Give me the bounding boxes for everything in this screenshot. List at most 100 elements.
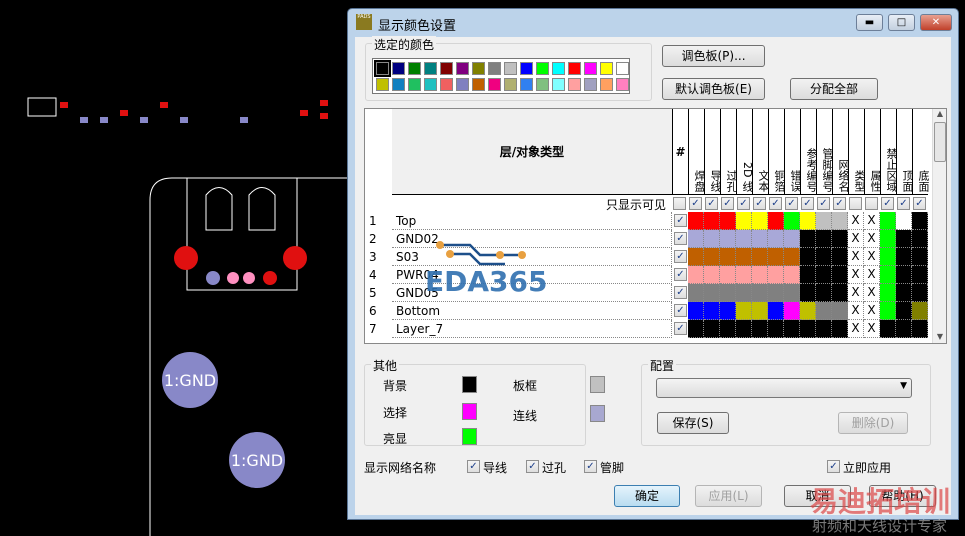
layer-color-cell[interactable]: X [864,212,880,230]
layer-color-cell[interactable] [752,230,768,248]
palette-swatch[interactable] [600,62,613,75]
layer-color-cell[interactable] [736,284,752,302]
vias-checkbox[interactable]: ✓ [526,460,539,473]
column-header[interactable]: 焊盘 [688,109,706,195]
layer-color-cell[interactable] [752,266,768,284]
layer-color-cell[interactable] [720,320,736,338]
layer-color-cell[interactable] [704,302,720,320]
palette-swatch[interactable] [456,62,469,75]
layer-color-cell[interactable] [896,302,912,320]
layer-visible-checkbox[interactable]: ✓ [674,214,687,227]
column-header[interactable]: 管脚编号 [816,109,834,195]
layer-color-cell[interactable]: X [848,230,864,248]
assign-all-button[interactable]: 分配全部 [790,78,878,100]
connection-color-swatch[interactable] [590,405,605,422]
layer-color-cell[interactable] [768,266,784,284]
column-visible-checkbox[interactable]: ✓ [833,197,846,210]
layer-color-cell[interactable] [880,266,896,284]
palette-swatch[interactable] [374,60,391,77]
layer-color-cell[interactable] [768,320,784,338]
layer-color-cell[interactable] [736,302,752,320]
layer-color-cell[interactable] [688,266,704,284]
column-header[interactable]: 文本 [752,109,770,195]
layer-color-cell[interactable] [880,302,896,320]
layer-color-cell[interactable] [832,284,848,302]
layer-color-cell[interactable] [880,320,896,338]
pins-checkbox[interactable]: ✓ [584,460,597,473]
layer-color-cell[interactable] [688,320,704,338]
palette-swatch[interactable] [536,62,549,75]
palette-swatch[interactable] [440,78,453,91]
layer-color-cell[interactable] [768,212,784,230]
layer-color-cell[interactable] [832,266,848,284]
board-outline-color-swatch[interactable] [590,376,605,393]
palette-swatch[interactable] [504,62,517,75]
layer-color-cell[interactable] [832,248,848,266]
column-visible-checkbox[interactable]: ✓ [881,197,894,210]
layer-visible-checkbox[interactable]: ✓ [674,268,687,281]
column-visible-checkbox[interactable] [865,197,878,210]
column-visible-checkbox[interactable] [849,197,862,210]
layer-color-cell[interactable] [912,230,928,248]
layer-color-cell[interactable] [720,266,736,284]
layer-color-cell[interactable] [896,248,912,266]
layer-name[interactable]: Top [392,212,672,230]
layer-color-cell[interactable] [800,230,816,248]
layer-color-cell[interactable]: X [848,320,864,338]
layer-color-cell[interactable] [752,320,768,338]
layer-color-cell[interactable] [720,248,736,266]
ok-button[interactable]: 确定 [614,485,680,507]
layer-color-cell[interactable] [832,302,848,320]
minimize-button[interactable]: ▬ [856,14,883,31]
column-visible-checkbox[interactable]: ✓ [753,197,766,210]
layer-visible-checkbox[interactable]: ✓ [674,232,687,245]
selection-color-swatch[interactable] [462,403,477,420]
palette-button[interactable]: 调色板(P)... [662,45,765,67]
apply-now-checkbox[interactable]: ✓ [827,460,840,473]
palette-swatch[interactable] [568,62,581,75]
layer-color-cell[interactable] [816,284,832,302]
layer-color-grid[interactable]: 层/对象类型 # 只显示可见 ▲ ▼ 焊盘 导线 过孔 2D 线文本 铜箔 错误 参考编号管… [364,108,947,344]
layer-color-cell[interactable]: X [864,320,880,338]
layer-color-cell[interactable] [720,230,736,248]
palette-swatch[interactable] [488,78,501,91]
layer-color-cell[interactable] [912,284,928,302]
palette-swatch[interactable] [536,78,549,91]
layer-color-cell[interactable] [800,302,816,320]
layer-color-cell[interactable] [784,302,800,320]
palette-swatch[interactable] [520,62,533,75]
layer-color-cell[interactable] [784,320,800,338]
layer-color-cell[interactable] [752,302,768,320]
layer-color-cell[interactable] [736,230,752,248]
layer-color-cell[interactable] [880,230,896,248]
layer-color-cell[interactable] [736,248,752,266]
layer-visible-checkbox[interactable]: ✓ [674,286,687,299]
layer-color-cell[interactable] [800,320,816,338]
layer-color-cell[interactable] [704,248,720,266]
column-header[interactable]: 属性 [864,109,882,195]
palette-swatch[interactable] [392,62,405,75]
close-button[interactable]: ✕ [920,14,952,31]
layer-color-cell[interactable] [720,284,736,302]
layer-color-cell[interactable] [704,320,720,338]
layer-color-cell[interactable] [880,212,896,230]
column-visible-checkbox[interactable]: ✓ [897,197,910,210]
layer-color-cell[interactable] [784,248,800,266]
column-visible-checkbox[interactable] [673,197,686,210]
palette-swatch[interactable] [584,62,597,75]
column-header[interactable]: 参考编号 [800,109,818,195]
layer-color-cell[interactable] [768,230,784,248]
layer-color-cell[interactable] [896,266,912,284]
layer-color-cell[interactable] [752,248,768,266]
palette-swatch[interactable] [472,62,485,75]
layer-color-cell[interactable] [896,284,912,302]
layer-color-cell[interactable] [736,320,752,338]
layer-color-cell[interactable] [880,284,896,302]
palette-swatch[interactable] [472,78,485,91]
palette-swatch[interactable] [488,62,501,75]
layer-color-cell[interactable] [688,248,704,266]
palette-swatch[interactable] [440,62,453,75]
column-visible-checkbox[interactable]: ✓ [785,197,798,210]
layer-color-cell[interactable] [896,212,912,230]
column-header[interactable]: 网络名 [832,109,850,195]
